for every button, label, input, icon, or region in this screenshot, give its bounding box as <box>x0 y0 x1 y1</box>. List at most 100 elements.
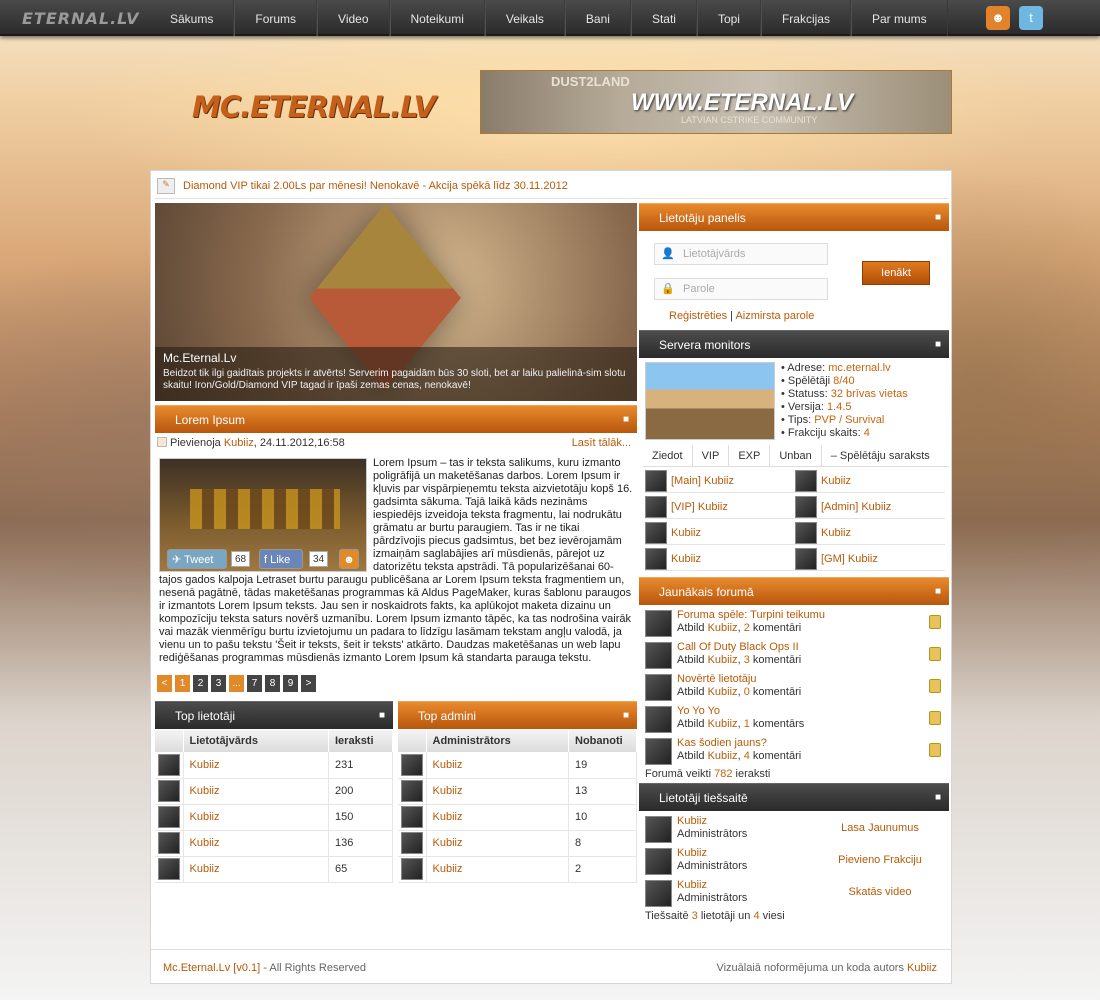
promo-icon: ✎ <box>157 178 175 194</box>
forgot-password-link[interactable]: Aizmirsta parole <box>735 310 814 322</box>
footer-author-link[interactable]: Kubiiz <box>907 962 937 974</box>
promo-bar: ✎ Diamond VIP tikai 2.00Ls par mēnesi! N… <box>155 175 949 199</box>
server-info: • Adrese: mc.eternal.lv • Spēlētāji 8/40… <box>781 362 908 440</box>
page-3-button[interactable]: 3 <box>211 675 226 692</box>
forum-topic-link[interactable]: Yo Yo Yo <box>677 705 720 717</box>
page-8-button[interactable]: 8 <box>265 675 280 692</box>
draugiem-icon[interactable]: ☻ <box>986 6 1010 30</box>
user-link[interactable]: Kubiiz <box>190 863 220 875</box>
nav-stati[interactable]: Stati <box>630 0 697 36</box>
user-link[interactable]: Kubiiz <box>433 785 463 797</box>
forum-author-link[interactable]: Kubiiz <box>708 654 738 666</box>
read-more-link[interactable]: Lasīt tālāk... <box>572 437 631 449</box>
tab-exp[interactable]: EXP <box>729 445 771 466</box>
page-1-button[interactable]: 1 <box>175 675 190 692</box>
col-bans-header: Nobanoti <box>568 730 637 752</box>
player-link[interactable]: [GM] Kubiiz <box>821 553 878 565</box>
player-link[interactable]: Kubiiz <box>821 527 851 539</box>
nav-par-mums[interactable]: Par mums <box>850 0 948 36</box>
page-7-button[interactable]: 7 <box>247 675 262 692</box>
avatar <box>158 858 180 880</box>
forum-author-link[interactable]: Kubiiz <box>708 718 738 730</box>
user-link[interactable]: Kubiiz <box>190 811 220 823</box>
forum-item-text: Novērtē lietotāju Atbild Kubiiz, 0 koment… <box>677 673 802 698</box>
password-input[interactable]: 🔒 Parole <box>654 278 828 300</box>
nav-bani[interactable]: Bani <box>564 0 631 36</box>
player-item[interactable]: Kubiiz <box>645 547 795 571</box>
avatar-cell <box>398 830 427 857</box>
page-next-button[interactable]: > <box>301 675 316 692</box>
player-item[interactable]: [Admin] Kubiiz <box>795 495 945 519</box>
site-logo-small[interactable]: ETERNAL.LV <box>22 9 140 28</box>
server-info-label: • Adrese: <box>781 362 829 374</box>
page-prev-button[interactable]: < <box>157 675 172 692</box>
user-link[interactable]: Kubiiz <box>190 785 220 797</box>
tab-vip[interactable]: VIP <box>693 445 730 466</box>
forum-topic-link[interactable]: Kas šodien jauns? <box>677 737 767 749</box>
login-button[interactable]: Ienākt <box>862 261 930 285</box>
user-link[interactable]: Kubiiz <box>433 811 463 823</box>
forum-topic-link[interactable]: Novērtē lietotāju <box>677 673 757 685</box>
nav-sakums[interactable]: Sākums <box>150 0 235 36</box>
page-2-button[interactable]: 2 <box>193 675 208 692</box>
user-link[interactable]: Kubiiz <box>433 759 463 771</box>
player-link[interactable]: Kubiiz <box>671 527 701 539</box>
player-item[interactable]: Kubiiz <box>795 469 945 493</box>
player-link[interactable]: [VIP] Kubiiz <box>671 501 728 513</box>
forum-topic-link[interactable]: Call Of Duty Black Ops II <box>677 641 799 653</box>
avatar <box>645 496 667 519</box>
header-dot-icon: ■ <box>622 414 629 425</box>
user-link[interactable]: Kubiiz <box>433 837 463 849</box>
site-logo[interactable]: MC.ETERNAL.LV <box>192 90 436 124</box>
player-link[interactable]: Kubiiz <box>671 553 701 565</box>
player-link[interactable]: [Admin] Kubiiz <box>821 501 891 513</box>
footer-site-link[interactable]: Mc.Eternal.Lv [v0.1] <box>163 962 260 974</box>
player-item[interactable]: [GM] Kubiiz <box>795 547 945 571</box>
server-status-line: • Statuss: 32 brīvas vietas <box>781 388 908 401</box>
online-user-link[interactable]: Kubiiz <box>677 815 707 827</box>
server-players: 8/40 <box>833 375 855 387</box>
online-user-link[interactable]: Kubiiz <box>677 847 707 859</box>
online-guest-count: 4 <box>753 910 760 922</box>
register-link[interactable]: Reģistrēties <box>669 310 727 322</box>
forum-topic-link[interactable]: Foruma spēle: Turpini teikumu <box>677 609 825 621</box>
forum-author-link[interactable]: Kubiiz <box>708 686 738 698</box>
user-link[interactable]: Kubiiz <box>433 863 463 875</box>
news-slider[interactable]: Mc.Eternal.Lv Beidzot tik ilgi gaidītais… <box>155 203 637 401</box>
page-9-button[interactable]: 9 <box>283 675 298 692</box>
player-item[interactable]: Kubiiz <box>645 521 795 545</box>
nav-topi[interactable]: Topi <box>696 0 761 36</box>
username-input[interactable]: 👤 Lietotājvārds <box>654 243 828 265</box>
article-title[interactable]: Lorem Ipsum <box>175 413 245 427</box>
forum-item: Kas šodien jauns? Atbild Kubiiz, 4 koment… <box>645 735 947 767</box>
tab-player-list[interactable]: ‒ Spēlētāju saraksts <box>822 445 939 466</box>
player-link[interactable]: [Main] Kubiiz <box>671 475 734 487</box>
nav-veikals[interactable]: Veikals <box>484 0 565 36</box>
forum-item-text: Yo Yo Yo Atbild Kubiiz, 1 komentārs <box>677 705 805 730</box>
admin-cell: Kubiiz <box>426 804 569 831</box>
header-dot-icon: ■ <box>934 212 941 223</box>
player-link[interactable]: Kubiiz <box>821 475 851 487</box>
forum-author-link[interactable]: Kubiiz <box>708 622 738 634</box>
user-link[interactable]: Kubiiz <box>190 837 220 849</box>
article-author-link[interactable]: Kubiiz <box>224 437 254 449</box>
player-item[interactable]: [VIP] Kubiiz <box>645 495 795 519</box>
ad-banner[interactable]: DUST2LAND WWW.ETERNAL.LV LATVIAN CSTRIKE… <box>480 70 952 134</box>
tab-ziedot[interactable]: Ziedot <box>643 445 693 466</box>
nav-frakcijas[interactable]: Frakcijas <box>760 0 851 36</box>
nav-video[interactable]: Video <box>317 0 390 36</box>
footer-right: Vizuālaiā noformējuma un koda autors Kub… <box>716 962 937 974</box>
forum-author-link[interactable]: Kubiiz <box>708 750 738 762</box>
online-user-link[interactable]: Kubiiz <box>677 879 707 891</box>
tab-unban[interactable]: Unban <box>770 445 822 466</box>
comment-count: 4 <box>743 750 750 762</box>
twitter-icon[interactable]: t <box>1019 6 1043 30</box>
forum-item-text: Foruma spēle: Turpini teikumu Atbild Kubi… <box>677 609 825 634</box>
player-item[interactable]: [Main] Kubiiz <box>645 469 795 493</box>
nav-forums[interactable]: Forums <box>234 0 318 36</box>
user-link[interactable]: Kubiiz <box>190 759 220 771</box>
player-item[interactable]: Kubiiz <box>795 521 945 545</box>
top-admins-title: Top admini <box>418 709 477 723</box>
promo-link[interactable]: Diamond VIP tikai 2.00Ls par mēnesi! Nen… <box>183 180 568 192</box>
nav-noteikumi[interactable]: Noteikumi <box>389 0 485 36</box>
